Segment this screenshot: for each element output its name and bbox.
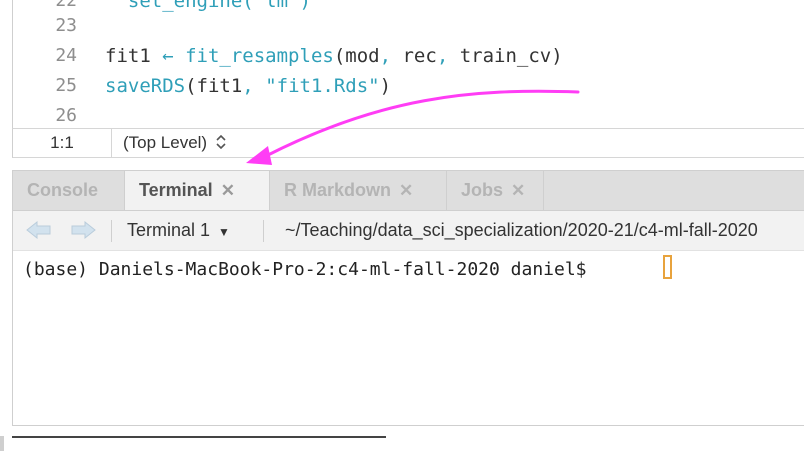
terminal-select[interactable]: Terminal 1 ▼ xyxy=(127,211,230,252)
working-directory-path: ~/Teaching/data_sci_specialization/2020-… xyxy=(285,220,758,240)
terminal-output[interactable]: (base) Daniels-MacBook-Pro-2:c4-ml-fall-… xyxy=(13,251,804,425)
scope-selector[interactable]: (Top Level) xyxy=(123,129,226,157)
tab-label: Terminal xyxy=(139,180,213,200)
tab-label: Jobs xyxy=(461,180,504,200)
code-line: 26 xyxy=(13,101,804,128)
arrow-right-icon[interactable] xyxy=(69,219,97,241)
code-token: , xyxy=(379,45,392,67)
tab-label: Console xyxy=(27,180,99,200)
code-text: fit1 ← fit_resamples(mod, rec, train_cv) xyxy=(105,41,563,71)
code-token: , xyxy=(242,75,254,97)
tab-console[interactable]: Console xyxy=(13,171,125,210)
terminal-cursor xyxy=(663,255,672,279)
cursor-position: 1:1 xyxy=(13,129,112,157)
caret-down-icon: ▼ xyxy=(218,225,230,239)
terminal-prompt: (base) Daniels-MacBook-Pro-2:c4-ml-fall-… xyxy=(23,259,598,280)
window-bottom-line xyxy=(12,436,386,438)
code-token: (fit1 xyxy=(185,75,243,97)
editor-status-bar: 1:1 (Top Level) xyxy=(12,128,804,158)
code-token: train_cv) xyxy=(448,45,563,67)
code-line: 24 fit1 ← fit_resamples(mod, rec, train_… xyxy=(13,41,804,71)
tab-label: R Markdown xyxy=(284,180,392,200)
line-number: 24 xyxy=(55,45,77,66)
console-pane: Console Terminal ✕ R Markdown ✕ Jobs ✕ Term… xyxy=(12,170,804,426)
code-token: (mod xyxy=(333,45,380,67)
toolbar-divider xyxy=(111,220,112,242)
updown-icon xyxy=(216,134,226,150)
terminal-select-label: Terminal 1 xyxy=(127,220,211,240)
line-number: 23 xyxy=(55,15,77,36)
code-token: fit_resamples xyxy=(185,45,334,67)
tab-r-markdown[interactable]: R Markdown ✕ xyxy=(270,171,442,210)
tab-divider xyxy=(543,171,544,210)
line-number: 25 xyxy=(55,75,77,96)
code-token: saveRDS xyxy=(105,75,186,97)
close-icon[interactable]: ✕ xyxy=(511,181,525,200)
code-line: 23 xyxy=(13,11,804,41)
pane-tabstrip: Console Terminal ✕ R Markdown ✕ Jobs ✕ xyxy=(13,171,804,211)
close-icon[interactable]: ✕ xyxy=(221,181,235,200)
tab-terminal[interactable]: Terminal ✕ xyxy=(125,171,269,210)
code-token: ) xyxy=(379,75,392,97)
code-editor[interactable]: 22 set_engine("lm") 23 24 fit1 ← fit_res… xyxy=(12,0,804,128)
code-token: ← xyxy=(162,45,174,67)
scope-label: (Top Level) xyxy=(123,133,208,152)
terminal-toolbar: Terminal 1 ▼ ~/Teaching/data_sci_speciali… xyxy=(13,211,804,251)
arrow-left-icon[interactable] xyxy=(25,219,53,241)
close-icon[interactable]: ✕ xyxy=(399,181,413,200)
code-token: rec xyxy=(391,45,437,67)
line-number: 26 xyxy=(55,105,77,126)
code-token: , xyxy=(436,45,449,67)
code-token: "fit1.Rds" xyxy=(265,75,380,97)
tab-jobs[interactable]: Jobs ✕ xyxy=(447,171,543,210)
code-text: saveRDS(fit1, "fit1.Rds") xyxy=(105,71,391,101)
code-line: 25 saveRDS(fit1, "fit1.Rds") xyxy=(13,71,804,101)
toolbar-divider xyxy=(263,220,264,242)
pane-edge xyxy=(0,436,4,451)
code-token: fit1 xyxy=(105,45,163,67)
